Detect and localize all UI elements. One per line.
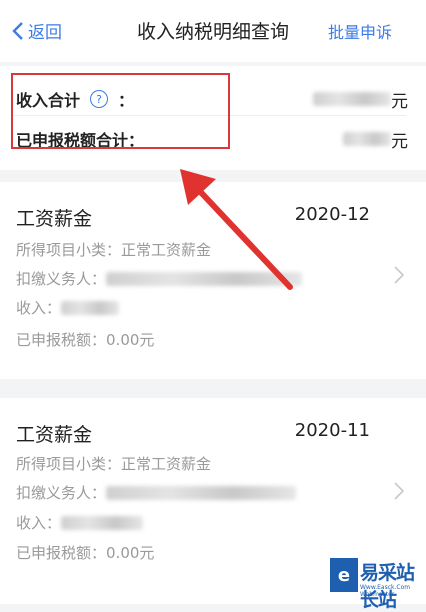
income-label: 收入： — [16, 299, 62, 317]
subtype-label: 所得项目小类： — [16, 241, 122, 259]
income-total-value-redacted — [313, 92, 391, 106]
highlight-box — [11, 73, 230, 149]
subtype-value: 正常工资薪金 — [121, 455, 212, 473]
income-value-redacted — [61, 515, 144, 530]
chevron-right-icon — [394, 482, 404, 500]
declared-label: 已申报税额： — [16, 544, 107, 562]
record-period: 2020-12 — [294, 204, 370, 225]
chevron-right-icon — [394, 266, 404, 284]
logo-mark-icon: e — [330, 558, 358, 592]
income-label: 收入： — [16, 514, 62, 532]
declared-tax-total-value-redacted — [343, 132, 391, 146]
record-category: 工资薪金 — [16, 208, 93, 230]
batch-appeal-button[interactable]: 批量申诉 — [328, 19, 392, 43]
record-category: 工资薪金 — [16, 424, 93, 446]
top-nav-bar: 返回 收入纳税明细查询 批量申诉 — [0, 0, 426, 62]
withholder-label: 扣缴义务人： — [16, 270, 107, 288]
watermark-url: Www.Easck.Com Webmaster — [360, 584, 411, 598]
record-period: 2020-11 — [294, 420, 370, 441]
declared-value: 0.00元 — [106, 331, 155, 349]
withholder-label: 扣缴义务人： — [16, 484, 107, 502]
declared-value: 0.00元 — [106, 544, 155, 562]
income-value-redacted — [61, 300, 120, 315]
declared-label: 已申报税额： — [16, 331, 107, 349]
watermark-logo: e 易采站长站 Www.Easck.Com Webmaster — [326, 554, 426, 611]
declared-tax-total-unit: 元 — [391, 131, 408, 152]
withholder-value-redacted — [106, 485, 297, 500]
subtype-label: 所得项目小类： — [16, 455, 122, 473]
annotation-arrow-icon — [180, 169, 293, 290]
income-total-unit: 元 — [391, 91, 408, 112]
